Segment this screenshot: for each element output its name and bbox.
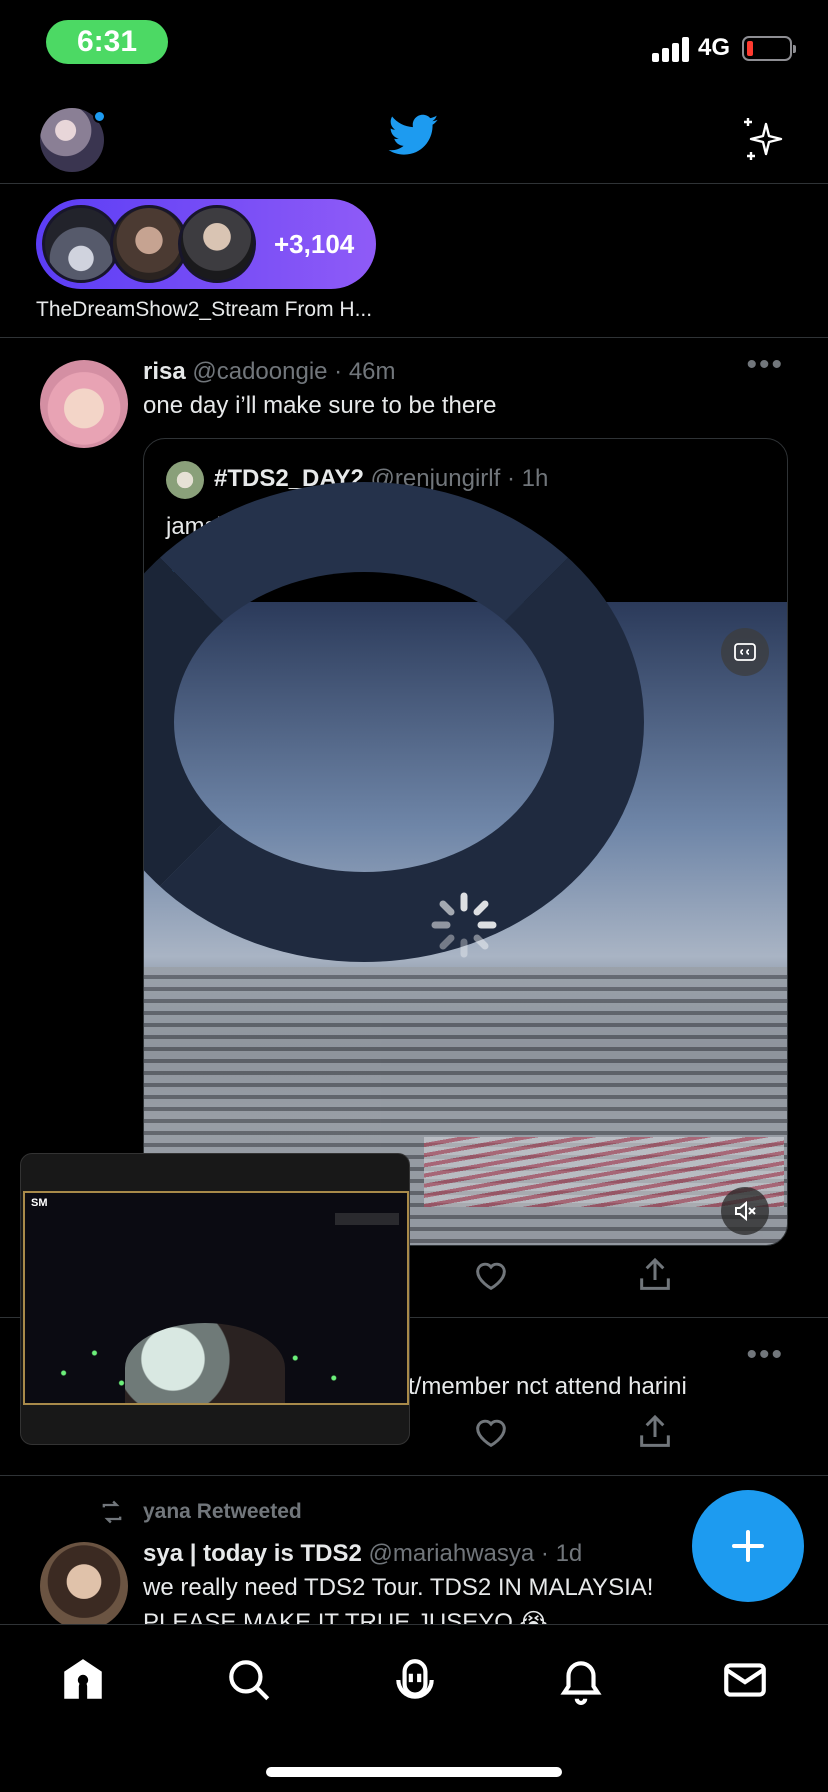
top-nav <box>0 90 828 184</box>
performer-figure <box>125 1323 285 1403</box>
bottom-tab-bar <box>0 1624 828 1792</box>
space-listener-count: +3,104 <box>274 228 355 259</box>
messages-envelope-icon[interactable] <box>720 1655 770 1705</box>
tweet-text: t/member nct attend harini <box>408 1373 687 1400</box>
more-options-icon[interactable]: ••• <box>746 348 784 382</box>
muted-speaker-icon[interactable] <box>721 1187 769 1235</box>
tweet-author-name[interactable]: risa <box>143 358 186 385</box>
like-icon[interactable] <box>471 1255 511 1295</box>
cellular-signal-icon <box>652 36 692 62</box>
notifications-bell-icon[interactable] <box>556 1655 606 1705</box>
space-title[interactable]: TheDreamShow2_Stream From H... <box>36 298 372 322</box>
loading-spinner-icon <box>431 892 497 958</box>
share-icon[interactable] <box>635 1255 675 1295</box>
quoted-author-avatar <box>166 461 204 499</box>
status-time: 6:31 <box>46 20 168 64</box>
captions-icon[interactable] <box>721 628 769 676</box>
tweet-author-avatar[interactable] <box>40 1542 128 1624</box>
battery-icon <box>742 36 796 61</box>
space-avatar <box>42 205 120 283</box>
picture-in-picture-player[interactable]: SM <box>20 1153 410 1445</box>
tweet-author-handle: @mariahwasya · 1d <box>368 1540 583 1567</box>
tweet-author-handle: @cadoongie · 46m <box>192 358 396 385</box>
like-icon[interactable] <box>471 1412 511 1452</box>
more-options-icon[interactable]: ••• <box>746 1338 784 1372</box>
plus-icon <box>732 1530 764 1562</box>
space-pill[interactable]: +3,104 <box>36 199 376 289</box>
sparkle-icon[interactable] <box>738 114 788 164</box>
compose-tweet-button[interactable] <box>692 1490 804 1602</box>
home-icon[interactable] <box>58 1655 108 1705</box>
tweet-text-line2: PLEASE MAKE IT TRUE JUSEYO 😭 <box>143 1609 548 1624</box>
notification-dot <box>93 110 106 123</box>
network-type: 4G <box>698 34 731 61</box>
quoted-video[interactable] <box>144 482 787 1245</box>
space-avatar <box>178 205 256 283</box>
quoted-tweet[interactable]: #TDS2_DAY2 @renjungirlf · 1h jamsil rn! … <box>143 438 788 1246</box>
tweet-text: one day i’ll make sure to be there <box>143 392 497 419</box>
retweet-indicator-icon <box>102 1500 122 1524</box>
space-avatar <box>110 205 188 283</box>
broadcaster-logo-icon: SM <box>31 1197 48 1209</box>
home-indicator[interactable] <box>266 1767 562 1777</box>
pip-overlay-bar <box>335 1213 399 1225</box>
profile-avatar[interactable] <box>40 108 106 172</box>
status-bar: 6:31 4G <box>0 0 828 90</box>
tweet-text-line1: we really need TDS2 Tour. TDS2 IN MALAYS… <box>143 1574 654 1601</box>
twitter-bird-icon[interactable] <box>385 110 443 160</box>
search-icon[interactable] <box>224 1655 274 1705</box>
spaces-bar: +3,104 TheDreamShow2_Stream From H... <box>0 184 828 338</box>
tweet-author-name[interactable]: sya | today is TDS2 <box>143 1540 362 1567</box>
stadium-roof <box>144 482 644 962</box>
spaces-mic-icon[interactable] <box>390 1655 440 1705</box>
tweet-author-avatar[interactable] <box>40 360 128 448</box>
share-icon[interactable] <box>635 1412 675 1452</box>
pip-video-frame[interactable]: SM <box>23 1191 409 1405</box>
retweeted-by[interactable]: yana Retweeted <box>143 1500 302 1524</box>
